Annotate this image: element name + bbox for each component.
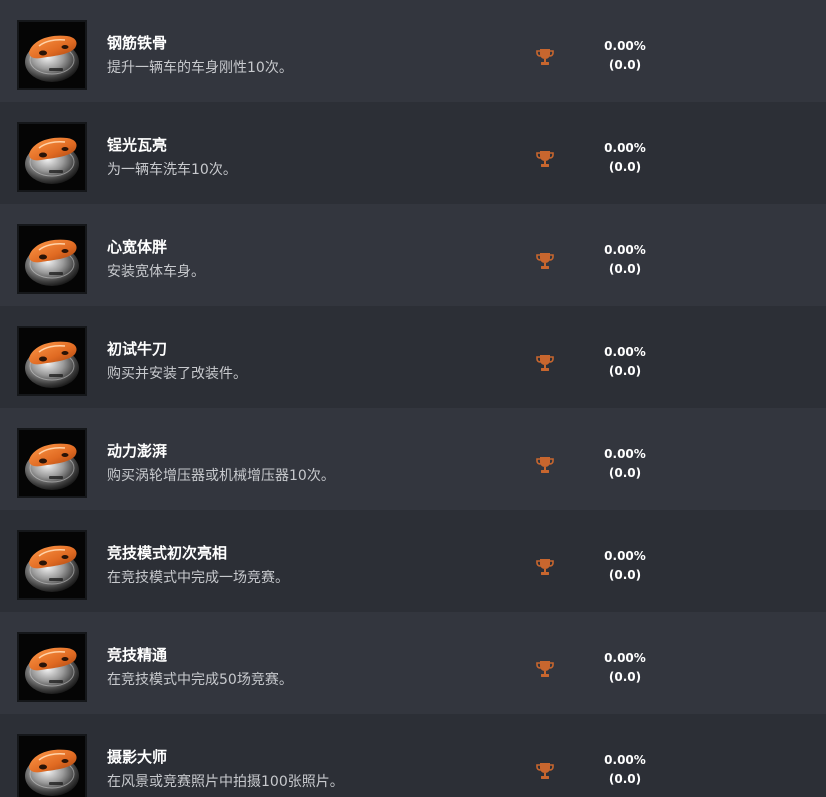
achievement-points: (0.0) [608, 772, 642, 786]
car-badge-icon [17, 20, 87, 90]
achievement-title: 动力澎湃 [107, 442, 168, 460]
unlock-percent: 0.00% [604, 39, 646, 53]
achievement-description: 购买涡轮增压器或机械增压器10次。 [107, 468, 335, 484]
unlock-percent: 0.00% [604, 651, 646, 665]
unlock-percent: 0.00% [604, 549, 646, 563]
trophy-icon [535, 353, 555, 373]
achievement-title: 钢筋铁骨 [107, 34, 168, 52]
achievement-row[interactable]: 动力澎湃 购买涡轮增压器或机械增压器10次。 0.00% (0.0) [0, 408, 826, 510]
achievement-row[interactable]: 心宽体胖 安装宽体车身。 0.00% (0.0) [0, 204, 826, 306]
unlock-percent: 0.00% [604, 345, 646, 359]
achievement-points: (0.0) [608, 568, 642, 582]
car-badge-icon [17, 224, 87, 294]
unlock-percent: 0.00% [604, 141, 646, 155]
car-badge-icon [17, 530, 87, 600]
car-badge-icon [17, 326, 87, 396]
trophy-icon [535, 557, 555, 577]
car-badge-icon [17, 734, 87, 797]
achievement-row[interactable]: 竞技精通 在竞技模式中完成50场竞赛。 0.00% (0.0) [0, 612, 826, 714]
achievement-description: 安装宽体车身。 [107, 264, 205, 280]
unlock-percent: 0.00% [604, 243, 646, 257]
achievement-description: 在竞技模式中完成一场竞赛。 [107, 570, 289, 586]
trophy-icon [535, 47, 555, 67]
trophy-icon [535, 251, 555, 271]
achievement-points: (0.0) [608, 364, 642, 378]
achievement-row[interactable]: 锃光瓦亮 为一辆车洗车10次。 0.00% (0.0) [0, 102, 826, 204]
trophy-icon [535, 455, 555, 475]
achievement-description: 在竞技模式中完成50场竞赛。 [107, 672, 293, 688]
car-badge-icon [17, 122, 87, 192]
achievement-title: 初试牛刀 [107, 340, 168, 358]
achievement-row[interactable]: 初试牛刀 购买并安装了改装件。 0.00% (0.0) [0, 306, 826, 408]
achievement-title: 锃光瓦亮 [107, 136, 168, 154]
achievement-row[interactable]: 竞技模式初次亮相 在竞技模式中完成一场竞赛。 0.00% (0.0) [0, 510, 826, 612]
trophy-icon [535, 659, 555, 679]
achievement-points: (0.0) [608, 262, 642, 276]
achievement-description: 购买并安装了改装件。 [107, 366, 247, 382]
achievement-description: 提升一辆车的车身刚性10次。 [107, 60, 293, 76]
unlock-percent: 0.00% [604, 753, 646, 767]
achievement-list: 钢筋铁骨 提升一辆车的车身刚性10次。 0.00% (0.0) 锃光瓦亮 为一辆… [0, 0, 826, 797]
unlock-percent: 0.00% [604, 447, 646, 461]
achievement-points: (0.0) [608, 466, 642, 480]
achievement-title: 竞技模式初次亮相 [107, 544, 228, 562]
achievement-row[interactable]: 摄影大师 在风景或竞赛照片中拍摄100张照片。 0.00% (0.0) [0, 714, 826, 797]
achievement-description: 为一辆车洗车10次。 [107, 162, 237, 178]
achievement-title: 摄影大师 [107, 748, 168, 766]
trophy-icon [535, 149, 555, 169]
car-badge-icon [17, 428, 87, 498]
achievement-title: 竞技精通 [107, 646, 168, 664]
achievement-points: (0.0) [608, 160, 642, 174]
car-badge-icon [17, 632, 87, 702]
achievement-description: 在风景或竞赛照片中拍摄100张照片。 [107, 774, 344, 790]
achievement-points: (0.0) [608, 670, 642, 684]
achievement-title: 心宽体胖 [107, 238, 168, 256]
trophy-icon [535, 761, 555, 781]
achievement-points: (0.0) [608, 58, 642, 72]
achievement-row[interactable]: 钢筋铁骨 提升一辆车的车身刚性10次。 0.00% (0.0) [0, 0, 826, 102]
